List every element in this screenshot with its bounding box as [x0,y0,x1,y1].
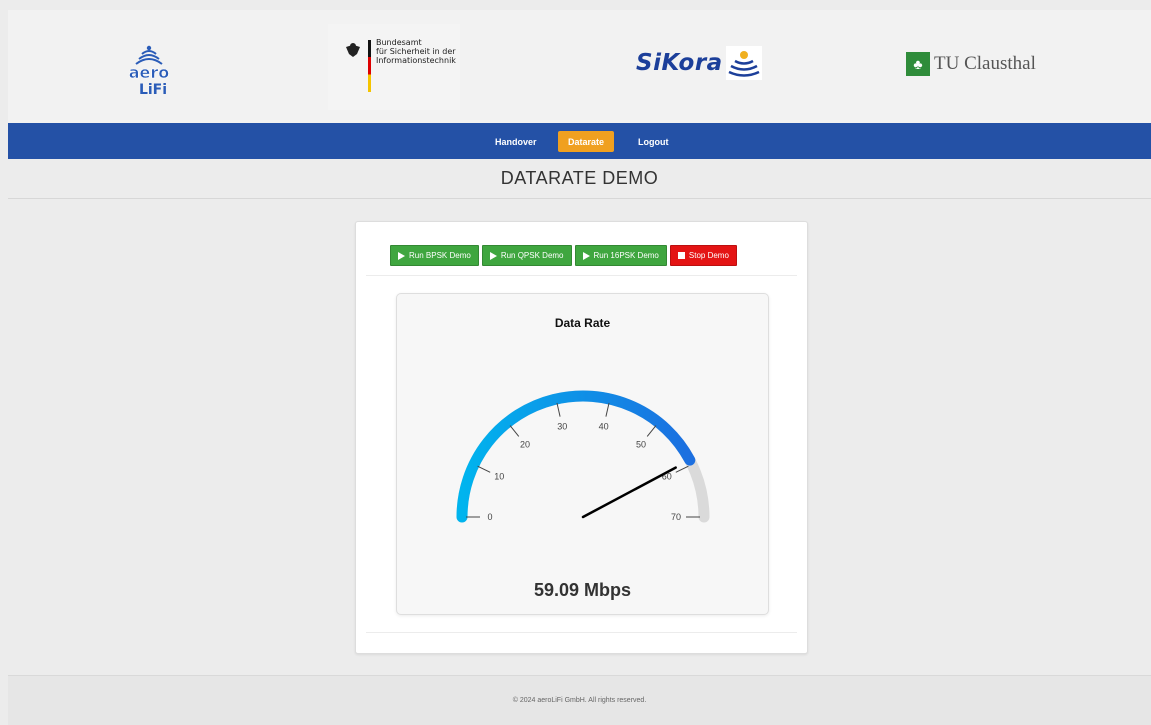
play-icon [398,251,405,260]
svg-text:LiFi: LiFi [139,82,167,98]
german-flag-bar [368,40,371,92]
page-frame: aero LiFi Bundesamt für Sicherheit in de… [8,10,1151,725]
demo-card: Run BPSK Demo Run QPSK Demo Run 16PSK De… [355,221,808,654]
stop-icon [677,252,685,259]
svg-text:aero: aero [129,63,170,82]
gauge-tick-label: 70 [671,512,681,522]
gauge-value-readout: 59.09 Mbps [533,580,632,600]
bsi-text: Bundesamt für Sicherheit in der Informat… [376,38,456,65]
page-title: DATARATE DEMO [500,168,659,188]
run-bpsk-label: Run BPSK Demo [409,251,471,260]
nav-logout[interactable]: Logout [628,131,679,152]
gauge-tick-label: 20 [520,439,530,449]
gauge-panel: Data Rate 0 10 20 30 40 50 60 70 59.09 Mbps [396,293,769,615]
title-bar: DATARATE DEMO [8,159,1151,199]
tu-crest-icon: ♣ [906,52,930,76]
nav-handover[interactable]: Handover [485,131,547,152]
gauge-tick-label: 40 [599,421,609,431]
stop-demo-button[interactable]: Stop Demo [669,245,737,266]
stop-demo-label: Stop Demo [688,251,729,260]
gauge-tick [556,402,561,417]
play-icon [582,251,590,260]
demo-button-row: Run BPSK Demo Run QPSK Demo Run 16PSK De… [390,245,737,266]
tu-clausthal-logo: ♣ TU Clausthal [906,52,1036,76]
copyright-text: © 2024 aeroLiFi GmbH. All rights reserve… [512,697,647,704]
gauge-track [456,390,710,523]
data-rate-gauge: 0102030 40506070 [456,390,710,523]
gauge-tick [675,465,689,473]
run-bpsk-button[interactable]: Run BPSK Demo [390,245,479,266]
gauge-tick [509,425,520,437]
tu-wordmark: TU Clausthal [934,53,1036,74]
aerolifi-logo: aero LiFi [120,40,178,98]
eagle-icon [346,43,360,57]
play-icon [489,251,497,260]
sikora-waves-icon [725,46,762,80]
bsi-logo: Bundesamt für Sicherheit in der Informat… [328,24,460,110]
run-16psk-label: Run 16PSK Demo [593,251,659,260]
divider [366,632,797,633]
sikora-logo: SiKora [636,46,762,80]
footer: © 2024 aeroLiFi GmbH. All rights reserve… [8,675,1151,725]
main-nav: Handover Datarate Logout [8,123,1151,159]
gauge-tick-label: 0 [487,512,492,522]
nav-datarate[interactable]: Datarate [558,131,615,152]
gauge-tick [605,402,610,417]
gauge-needle [581,466,677,519]
logo-bar: aero LiFi Bundesamt für Sicherheit in de… [8,10,1151,123]
run-16psk-button[interactable]: Run 16PSK Demo [574,245,667,266]
gauge-tick-label: 30 [557,421,567,431]
run-qpsk-label: Run QPSK Demo [500,251,564,260]
run-qpsk-button[interactable]: Run QPSK Demo [481,245,572,266]
gauge-fill-arc [456,390,696,523]
gauge-tick-label: 10 [494,472,504,482]
sikora-wordmark: SiKora [636,50,723,76]
gauge-tick [646,425,657,437]
gauge-tick [477,465,491,473]
gauge-tick-label: 50 [636,439,646,449]
divider [366,275,797,276]
